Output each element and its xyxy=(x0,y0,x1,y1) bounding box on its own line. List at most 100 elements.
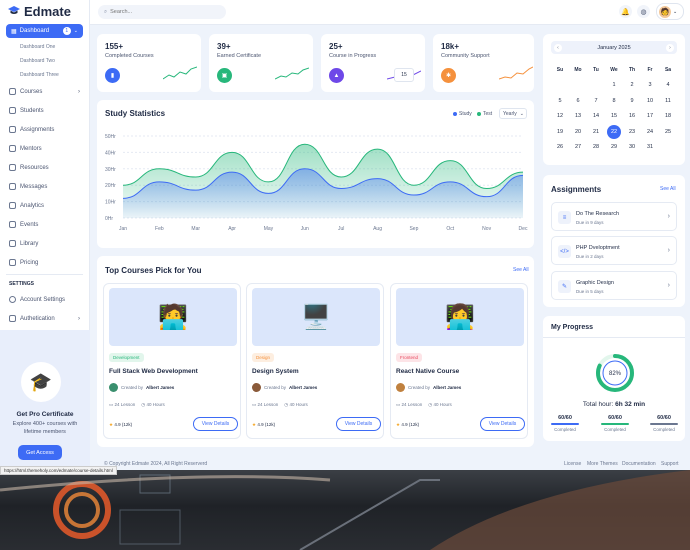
calendar-day[interactable]: 25 xyxy=(659,124,677,140)
calendar-day[interactable]: 3 xyxy=(641,78,659,94)
get-access-button[interactable]: Get Access xyxy=(18,445,62,460)
avatar xyxy=(252,383,261,392)
calendar-day[interactable]: 8 xyxy=(605,93,623,109)
calendar-day[interactable]: 1 xyxy=(605,78,623,94)
view-details-button[interactable]: View Details xyxy=(480,417,525,431)
search-box[interactable]: ⌕ xyxy=(98,5,226,19)
course-title[interactable]: Full Stack Web Development xyxy=(109,368,198,375)
sidebar-item-courses[interactable]: Courses › xyxy=(0,82,89,101)
chevron-right-icon: › xyxy=(667,247,670,254)
certificate-icon: ▣ xyxy=(217,68,232,83)
course-card[interactable]: 🧑‍💻 Development Full Stack Web Developme… xyxy=(103,283,241,439)
assignment-item[interactable]: ✎ Graphic Design Due in 5 days › xyxy=(551,271,677,300)
calendar-day[interactable]: 13 xyxy=(569,109,587,125)
footer-link-license[interactable]: License xyxy=(564,461,581,467)
footer-link-support[interactable]: Support xyxy=(661,461,679,467)
weekday-label: Fr xyxy=(647,66,653,73)
sidebar-item-analytics[interactable]: Analytics xyxy=(0,196,89,215)
sidebar-subitem-dashboard-three[interactable]: Dashboard Three xyxy=(0,68,89,82)
sidebar-item-account-settings[interactable]: Account Settings xyxy=(0,290,89,309)
course-title[interactable]: Design System xyxy=(252,368,299,375)
calendar-day[interactable]: 14 xyxy=(587,109,605,125)
sidebar-item-messages[interactable]: Messages xyxy=(0,177,89,196)
calendar-day[interactable]: 11 xyxy=(659,93,677,109)
calendar-day[interactable]: 20 xyxy=(569,124,587,140)
sidebar-item-label: Account Settings xyxy=(20,296,66,303)
sidebar-item-assignments[interactable]: Assignments xyxy=(0,120,89,139)
bell-icon[interactable]: 🔔 xyxy=(619,5,632,18)
calendar-day[interactable]: 5 xyxy=(551,93,569,109)
chevron-right-icon: › xyxy=(78,88,80,95)
course-title[interactable]: React Native Course xyxy=(396,368,459,375)
see-all-link[interactable]: See All xyxy=(513,267,529,273)
calendar-day[interactable]: 19 xyxy=(551,124,569,140)
calendar-day[interactable]: 10 xyxy=(641,93,659,109)
stat-label: Earned Certificate xyxy=(217,53,262,59)
calendar-day[interactable]: 23 xyxy=(623,124,641,140)
footer: © Copyright Edmate 2024, All Right Reser… xyxy=(90,455,690,470)
course-image: 🖥️ xyxy=(252,288,380,346)
see-all-link[interactable]: See All xyxy=(660,186,676,192)
calendar-day[interactable]: 31 xyxy=(641,140,659,156)
sidebar-item-events[interactable]: Events xyxy=(0,215,89,234)
calendar-day[interactable]: 7 xyxy=(587,93,605,109)
avatar xyxy=(109,383,118,392)
gear-icon xyxy=(9,296,16,303)
course-author: Created by Albert James xyxy=(396,383,461,392)
stat-value: 18k+ xyxy=(441,42,460,51)
calendar-day[interactable]: 24 xyxy=(641,124,659,140)
calendar-empty xyxy=(551,78,569,94)
sidebar-item-pricing[interactable]: Pricing xyxy=(0,253,89,272)
sidebar-item-label: Authetication xyxy=(20,315,55,322)
chevron-right-icon[interactable]: › xyxy=(666,43,674,52)
calendar-day[interactable]: 29 xyxy=(605,140,623,156)
weekday-label: Th xyxy=(628,66,636,73)
search-input[interactable] xyxy=(110,9,211,15)
sidebar-item-dashboard[interactable]: ▦ Dashboard 1 ⌄ xyxy=(6,24,83,38)
calendar-day[interactable]: 26 xyxy=(551,140,569,156)
calendar-day[interactable]: 6 xyxy=(569,93,587,109)
sidebar-item-label: Mentors xyxy=(20,145,42,152)
calendar-day[interactable]: 27 xyxy=(569,140,587,156)
sidebar-subitem-dashboard-one[interactable]: Dashboard One xyxy=(0,40,89,54)
weekday-label: Sa xyxy=(664,66,672,73)
calendar-day[interactable]: 16 xyxy=(623,109,641,125)
stat-label: Community Support xyxy=(441,53,490,59)
course-card[interactable]: 👩‍💻 Frontend React Native Course Created… xyxy=(390,283,528,439)
course-tag: Frontend xyxy=(396,353,423,362)
user-menu[interactable]: 🧑 ⌄ xyxy=(656,3,684,20)
sidebar-item-library[interactable]: Library xyxy=(0,234,89,253)
author-name: Albert James xyxy=(289,385,318,390)
calendar-day[interactable]: 21 xyxy=(587,124,605,140)
assignment-item[interactable]: </> PHP Dveloptment Due in 2 days › xyxy=(551,236,677,265)
globe-icon[interactable]: ◍ xyxy=(637,5,650,18)
calendar-day[interactable]: 18 xyxy=(659,109,677,125)
star-icon: ★ xyxy=(396,422,401,427)
calendar-day[interactable]: 12 xyxy=(551,109,569,125)
footer-link-documentation[interactable]: Documentation xyxy=(622,461,656,467)
sidebar-item-mentors[interactable]: Mentors xyxy=(0,139,89,158)
calendar-day[interactable]: 22 xyxy=(605,124,623,140)
sidebar-subitem-dashboard-two[interactable]: Dashboard Two xyxy=(0,54,89,68)
chevron-left-icon[interactable]: ‹ xyxy=(554,43,562,52)
calendar-day[interactable]: 15 xyxy=(605,109,623,125)
library-icon xyxy=(9,240,16,247)
assignment-item[interactable]: ≡ Do The Research Due in 9 days › xyxy=(551,202,677,231)
calendar-empty xyxy=(569,78,587,94)
logo[interactable]: Edmate xyxy=(0,0,89,22)
sidebar-item-label: Assignments xyxy=(20,126,55,133)
course-card[interactable]: 🖥️ Design Design System Created by Albert… xyxy=(246,283,384,439)
calendar-day[interactable]: 30 xyxy=(623,140,641,156)
calendar-day[interactable]: 9 xyxy=(623,93,641,109)
footer-link-more-themes[interactable]: More Themes xyxy=(587,461,618,467)
assignment-due: Due in 9 days xyxy=(576,220,604,225)
calendar-day[interactable]: 2 xyxy=(623,78,641,94)
calendar-day[interactable]: 17 xyxy=(641,109,659,125)
calendar-day[interactable]: 4 xyxy=(659,78,677,94)
calendar-day[interactable]: 28 xyxy=(587,140,605,156)
view-details-button[interactable]: View Details xyxy=(193,417,238,431)
sidebar-item-authentication[interactable]: Authetication › xyxy=(0,309,89,328)
sidebar-item-students[interactable]: Students xyxy=(0,101,89,120)
sidebar-item-resources[interactable]: Resources xyxy=(0,158,89,177)
view-details-button[interactable]: View Details xyxy=(336,417,381,431)
